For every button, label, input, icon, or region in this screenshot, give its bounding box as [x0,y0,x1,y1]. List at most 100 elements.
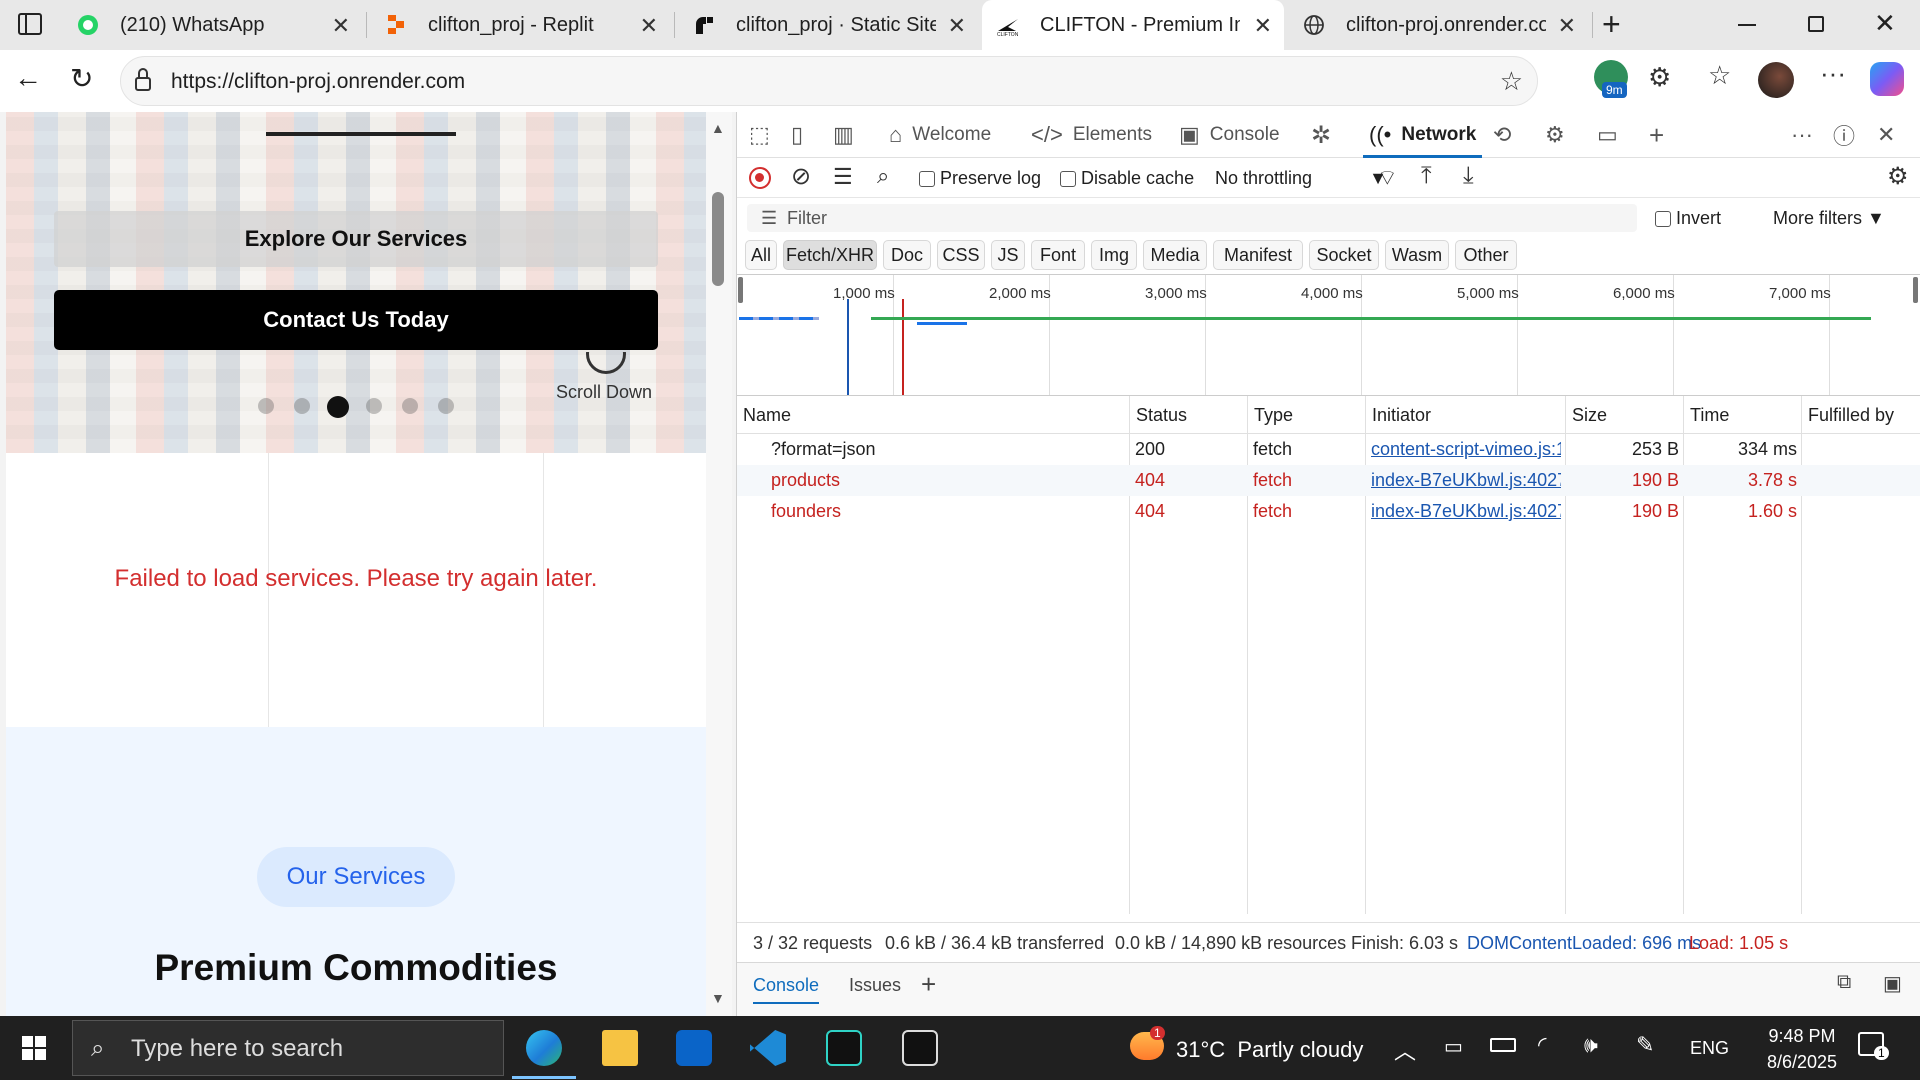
import-har-icon[interactable]: ⤒ [1421,162,1432,190]
type-filter-doc[interactable]: Doc [883,240,931,270]
request-initiator-link[interactable]: index-B7eUKbwl.js:4027 [1365,465,1561,496]
table-row[interactable]: ?format=json 200 fetch content-script-vi… [737,434,1920,465]
close-icon[interactable]: ✕ [1254,13,1272,39]
table-row[interactable]: founders 404 fetch index-B7eUKbwl.js:402… [737,496,1920,527]
column-status[interactable]: Status [1129,396,1247,434]
drawer-tab-console[interactable]: Console [753,975,820,1004]
type-filter-all[interactable]: All [745,240,777,270]
browser-tab-onrender[interactable]: clifton-proj.onrender.com/ ✕ [1288,0,1588,50]
performance-icon[interactable]: ⟲ [1493,112,1511,158]
drawer-tab-issues[interactable]: Issues [849,975,901,996]
address-bar[interactable]: https://clifton-proj.onrender.com ☆ [120,56,1538,106]
search-icon[interactable]: ⌕ [877,163,889,189]
app-taskbar-icon[interactable] [826,1030,862,1066]
meet-now-icon[interactable]: ▭ [1444,1034,1463,1059]
throttling-select[interactable]: No throttling ▼ [1215,168,1387,189]
help-icon[interactable]: ⓘ [1833,112,1855,158]
carousel-dot[interactable] [438,398,454,414]
export-har-icon[interactable]: ⤓ [1463,162,1474,190]
file-explorer-icon[interactable] [602,1030,638,1066]
url-text[interactable]: https://clifton-proj.onrender.com [171,70,465,94]
back-icon[interactable]: ← [14,62,42,94]
close-drawer-icon[interactable]: ▣ [1883,971,1902,996]
more-tools-icon[interactable]: + [1649,112,1664,158]
carousel-dot[interactable] [366,398,382,414]
type-filter-wasm[interactable]: Wasm [1385,240,1449,270]
filter-toggle-icon[interactable]: ☰ [833,164,853,190]
profile-avatar[interactable] [1758,62,1794,98]
preserve-log-checkbox[interactable]: Preserve log [919,168,1041,189]
request-name[interactable]: products [765,465,1129,496]
taskbar-search-input[interactable]: ⌕ Type here to search [72,1020,504,1076]
clock-date[interactable]: 8/6/2025 [1752,1052,1852,1073]
add-drawer-tab-icon[interactable]: + [921,969,936,1000]
more-options-icon[interactable]: ··· [1820,58,1846,89]
clock-time[interactable]: 9:48 PM [1752,1026,1852,1047]
network-conditions-icon[interactable]: ⌔ [1377,164,1398,192]
filter-input[interactable]: ☰ Filter [747,204,1637,232]
disable-cache-checkbox[interactable]: Disable cache [1060,168,1194,189]
close-icon[interactable]: ✕ [640,13,658,39]
request-name[interactable]: founders [765,496,1129,527]
type-filter-css[interactable]: CSS [937,240,985,270]
contact-us-button[interactable]: Contact Us Today [54,290,658,350]
vscode-icon[interactable] [750,1030,786,1066]
record-icon[interactable] [749,167,771,189]
column-name[interactable]: Name [737,396,1129,434]
language-indicator[interactable]: ENG [1690,1038,1729,1059]
request-name[interactable]: ?format=json [765,434,1129,465]
carousel-dot[interactable] [294,398,310,414]
new-tab-button[interactable]: + [1602,6,1621,43]
timeline-scroll-handle[interactable] [738,277,743,303]
type-filter-manifest[interactable]: Manifest [1213,240,1303,270]
debugger-icon[interactable]: ✲ [1311,112,1331,158]
browser-tab-replit[interactable]: clifton_proj - Replit ✕ [370,0,670,50]
carousel-dot[interactable] [258,398,274,414]
notifications-icon[interactable]: 1 [1858,1032,1889,1060]
copilot-icon[interactable] [1870,62,1904,96]
column-fulfilled-by[interactable]: Fulfilled by [1801,396,1920,434]
tab-network[interactable]: ((• Network [1363,112,1483,158]
close-icon[interactable]: ✕ [332,13,350,39]
request-initiator-link[interactable]: content-script-vimeo.js:1 [1365,434,1561,465]
close-window-button[interactable]: ✕ [1874,8,1896,39]
extension-timer-icon[interactable]: 9m [1594,60,1628,98]
outlook-icon[interactable] [676,1030,712,1066]
minimize-button[interactable] [1738,24,1756,26]
column-initiator[interactable]: Initiator [1365,396,1565,434]
request-initiator-link[interactable]: index-B7eUKbwl.js:4027 [1365,496,1561,527]
column-time[interactable]: Time [1683,396,1801,434]
pen-icon[interactable]: ✎ [1636,1032,1654,1058]
page-scrollbar[interactable]: ▲ ▼ [706,112,732,1016]
device-emulation-icon[interactable]: ▯ [791,112,803,158]
refresh-icon[interactable]: ↻ [70,62,93,95]
favorites-icon[interactable]: ☆ [1708,60,1731,91]
memory-icon[interactable]: ⚙ [1545,112,1565,158]
tab-welcome[interactable]: ⌂ Welcome [889,112,991,158]
column-size[interactable]: Size [1565,396,1683,434]
column-type[interactable]: Type [1247,396,1365,434]
carousel-dot-active[interactable] [327,396,349,418]
edge-taskbar-icon[interactable] [526,1030,562,1066]
restore-button[interactable] [1808,16,1824,32]
close-devtools-icon[interactable]: ✕ [1877,112,1895,158]
windows-start-icon[interactable] [22,1036,46,1060]
type-filter-img[interactable]: Img [1091,240,1137,270]
type-filter-fetch-xhr[interactable]: Fetch/XHR [783,240,877,270]
invert-checkbox[interactable]: Invert [1655,208,1721,229]
more-options-icon[interactable]: ··· [1791,112,1813,158]
scrollbar-thumb[interactable] [712,192,724,286]
browser-tab-clifton[interactable]: CLIFTON CLIFTON - Premium Impor ✕ [982,0,1284,50]
terminal-taskbar-icon[interactable] [902,1030,938,1066]
tab-elements[interactable]: </> Elements [1031,112,1152,158]
scroll-up-arrow-icon[interactable]: ▲ [711,120,725,136]
dock-side-icon[interactable]: ▥ [833,112,854,158]
weather-text[interactable]: 31°C Partly cloudy [1176,1037,1363,1063]
chevron-up-icon[interactable]: ︿ [1394,1034,1416,1066]
type-filter-other[interactable]: Other [1455,240,1517,270]
type-filter-font[interactable]: Font [1031,240,1085,270]
carousel-dot[interactable] [402,398,418,414]
volume-icon[interactable]: 🕪 [1584,1032,1598,1058]
favorite-star-icon[interactable]: ☆ [1500,66,1523,97]
timeline-scroll-handle[interactable] [1913,277,1918,303]
